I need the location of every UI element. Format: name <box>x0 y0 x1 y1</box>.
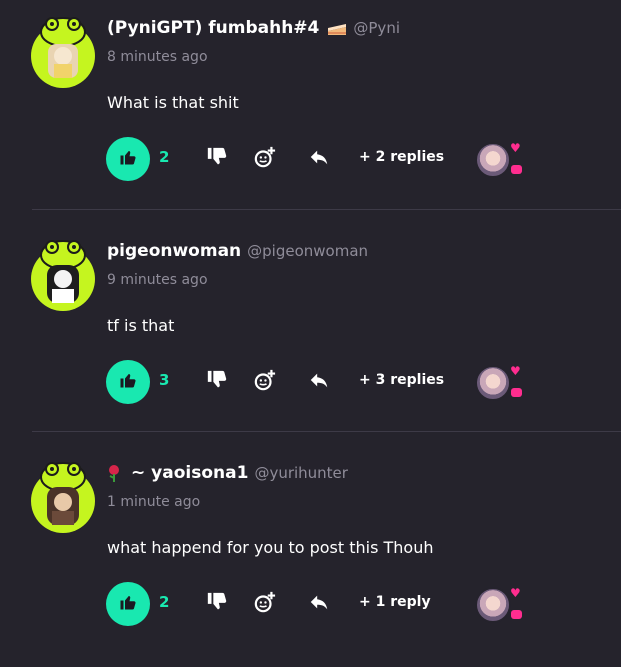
dislike-button[interactable] <box>205 592 229 616</box>
reply-arrow-icon <box>308 146 330 172</box>
replier-avatar[interactable]: ♥ <box>475 365 523 405</box>
add-reaction-button[interactable] <box>253 146 277 172</box>
chat-bubble-icon <box>511 165 522 174</box>
reply-button[interactable] <box>307 147 331 171</box>
add-reaction-button[interactable] <box>253 369 277 395</box>
timestamp: 9 minutes ago <box>107 272 208 288</box>
cake-icon <box>327 21 347 37</box>
reply-button[interactable] <box>307 592 331 616</box>
reply-button[interactable] <box>307 370 331 394</box>
heart-icon: ♥ <box>510 364 521 378</box>
username[interactable]: (PyniGPT) fumbahh#4 <box>107 18 319 38</box>
divider <box>32 209 621 210</box>
heart-icon: ♥ <box>510 141 521 155</box>
comment-text: what happend for you to post this Thouh <box>107 538 434 557</box>
username[interactable]: ~ yaoisona1 <box>131 463 248 483</box>
divider <box>32 431 621 432</box>
chat-bubble-icon <box>511 610 522 619</box>
replier-avatar[interactable]: ♥ <box>475 142 523 182</box>
avatar <box>475 587 511 623</box>
timestamp: 8 minutes ago <box>107 49 208 65</box>
like-button[interactable] <box>106 582 150 626</box>
avatar[interactable] <box>28 10 98 90</box>
chat-bubble-icon <box>511 388 522 397</box>
comment-header: pigeonwoman @pigeonwoman <box>107 241 368 261</box>
like-button[interactable] <box>106 137 150 181</box>
reply-arrow-icon <box>308 369 330 395</box>
comment-header: ~ yaoisona1 @yurihunter <box>107 463 348 483</box>
like-count: 3 <box>159 371 170 389</box>
thumbs-down-icon <box>206 146 228 172</box>
thumbs-up-icon <box>119 593 137 615</box>
comment: (PyniGPT) fumbahh#4 @Pyni 8 minutes ago … <box>0 0 621 222</box>
thumbs-up-icon <box>119 148 137 170</box>
like-count: 2 <box>159 593 170 611</box>
thumbs-down-icon <box>206 369 228 395</box>
rose-icon <box>107 464 121 482</box>
comment: pigeonwoman @pigeonwoman 9 minutes ago t… <box>0 223 621 445</box>
like-count: 2 <box>159 148 170 166</box>
like-button[interactable] <box>106 360 150 404</box>
view-replies-link[interactable]: + 3 replies <box>359 372 444 388</box>
thumbs-up-icon <box>119 371 137 393</box>
user-handle[interactable]: @Pyni <box>353 19 400 37</box>
view-replies-link[interactable]: + 2 replies <box>359 149 444 165</box>
add-reaction-icon <box>254 591 276 617</box>
user-handle[interactable]: @pigeonwoman <box>247 242 368 260</box>
view-replies-link[interactable]: + 1 reply <box>359 594 431 610</box>
add-reaction-icon <box>254 146 276 172</box>
add-reaction-icon <box>254 369 276 395</box>
comment-header: (PyniGPT) fumbahh#4 @Pyni <box>107 18 400 38</box>
avatar[interactable] <box>28 233 98 313</box>
dislike-button[interactable] <box>205 147 229 171</box>
comment: ~ yaoisona1 @yurihunter 1 minute ago wha… <box>0 445 621 667</box>
username[interactable]: pigeonwoman <box>107 241 241 261</box>
comment-text: What is that shit <box>107 93 239 112</box>
user-handle[interactable]: @yurihunter <box>254 464 348 482</box>
avatar <box>475 365 511 401</box>
comment-text: tf is that <box>107 316 175 335</box>
add-reaction-button[interactable] <box>253 591 277 617</box>
heart-icon: ♥ <box>510 586 521 600</box>
avatar[interactable] <box>28 455 98 535</box>
thumbs-down-icon <box>206 591 228 617</box>
reply-arrow-icon <box>308 591 330 617</box>
replier-avatar[interactable]: ♥ <box>475 587 523 627</box>
timestamp: 1 minute ago <box>107 494 201 510</box>
avatar <box>475 142 511 178</box>
dislike-button[interactable] <box>205 370 229 394</box>
